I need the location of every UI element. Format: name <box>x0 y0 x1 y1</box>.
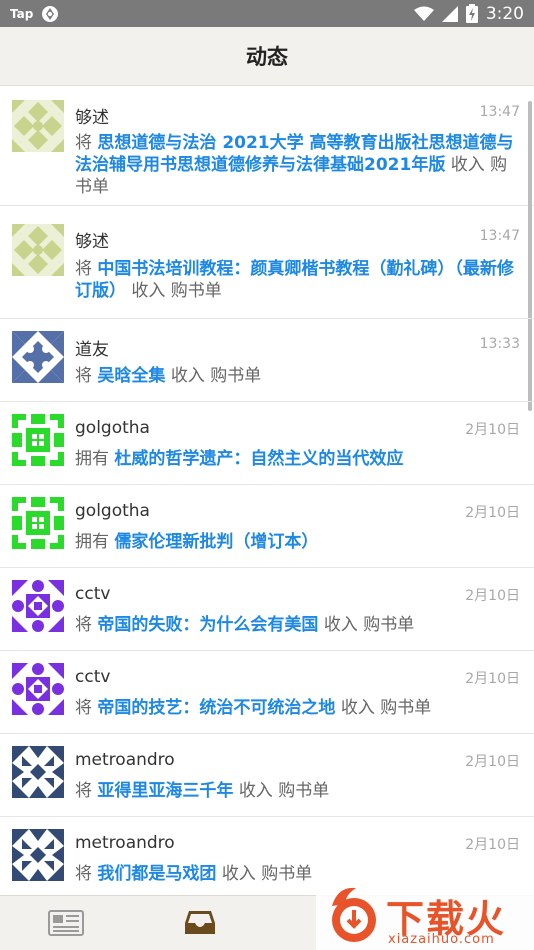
activity-suffix: 收入 购书单 <box>131 281 222 301</box>
user-name[interactable]: cctv <box>75 667 110 687</box>
feed-item[interactable]: 够述 13:47 将 中国书法培训教程：颜真卿楷书教程（勤礼碑）（最新修订版） … <box>0 206 534 319</box>
user-name[interactable]: metroandro <box>75 750 175 770</box>
activity-verb: 拥有 <box>75 532 109 552</box>
avatar[interactable] <box>12 663 64 715</box>
avatar[interactable] <box>12 414 64 466</box>
activity-text: 将 吴晗全集 收入 购书单 <box>75 365 516 387</box>
activity-text: 拥有 儒家伦理新批判（增订本） <box>75 531 516 553</box>
timestamp: 2月10日 <box>465 422 520 438</box>
battery-charging-icon <box>465 4 478 23</box>
avatar[interactable] <box>12 497 64 549</box>
feed-item[interactable]: golgotha 2月10日 拥有 杜威的哲学遗产：自然主义的当代效应 <box>0 402 534 485</box>
activity-text: 将 帝国的失败：为什么会有美国 收入 购书单 <box>75 614 516 636</box>
activity-suffix: 收入 购书单 <box>340 698 432 718</box>
carrier-label: Tap <box>10 6 34 21</box>
user-name[interactable]: metroandro <box>75 833 175 853</box>
activity-text: 将 思想道德与法治 2021大学 高等教育出版社思想道德与法治辅导用书思想道德修… <box>75 132 516 198</box>
book-link[interactable]: 思想道德与法治 2021大学 高等教育出版社思想道德与法治辅导用书思想道德修养与… <box>75 133 514 175</box>
avatar[interactable] <box>12 829 64 881</box>
timestamp: 2月10日 <box>465 505 520 521</box>
timestamp: 2月10日 <box>465 754 520 770</box>
activity-suffix: 收入 购书单 <box>170 366 262 386</box>
user-name[interactable]: golgotha <box>75 418 150 438</box>
avatar[interactable] <box>12 746 64 798</box>
avatar[interactable] <box>12 100 64 152</box>
watermark-logo: 下载火 xiazaihuo.com <box>316 882 534 950</box>
activity-verb: 将 <box>75 366 92 386</box>
newspaper-icon <box>48 910 84 936</box>
book-link[interactable]: 帝国的技艺：统治不可统治之地 <box>97 698 335 718</box>
user-name[interactable]: golgotha <box>75 501 150 521</box>
book-link[interactable]: 亚得里亚海三千年 <box>97 781 233 801</box>
user-name[interactable]: 够述 <box>75 227 109 252</box>
activity-suffix: 收入 购书单 <box>323 615 415 635</box>
activity-text: 将 帝国的技艺：统治不可统治之地 收入 购书单 <box>75 697 516 719</box>
feed-item[interactable]: metroandro 2月10日 将 亚得里亚海三千年 收入 购书单 <box>0 734 534 817</box>
book-link[interactable]: 帝国的失败：为什么会有美国 <box>97 615 318 635</box>
watermark-domain: xiazaihuo.com <box>388 932 495 947</box>
mirror-icon <box>42 5 59 22</box>
feed-item[interactable]: golgotha 2月10日 拥有 儒家伦理新批判（增订本） <box>0 485 534 568</box>
timestamp: 2月10日 <box>465 671 520 687</box>
book-link[interactable]: 吴晗全集 <box>97 366 165 386</box>
user-name[interactable]: cctv <box>75 584 110 604</box>
activity-verb: 将 <box>75 615 92 635</box>
nav-news-button[interactable] <box>46 908 86 938</box>
user-name[interactable]: 够述 <box>75 103 109 128</box>
activity-text: 将 亚得里亚海三千年 收入 购书单 <box>75 780 516 802</box>
timestamp: 2月10日 <box>465 837 520 853</box>
activity-feed[interactable]: 够述 13:47 将 思想道德与法治 2021大学 高等教育出版社思想道德与法治… <box>0 87 534 895</box>
signal-icon <box>441 5 458 22</box>
activity-verb: 拥有 <box>75 449 109 469</box>
avatar[interactable] <box>12 580 64 632</box>
page-title: 动态 <box>246 45 288 69</box>
activity-verb: 将 <box>75 864 92 884</box>
avatar[interactable] <box>12 331 64 383</box>
nav-inbox-button[interactable] <box>180 908 220 938</box>
timestamp: 13:47 <box>479 228 520 244</box>
book-link[interactable]: 杜威的哲学遗产：自然主义的当代效应 <box>114 449 403 469</box>
activity-verb: 将 <box>75 698 92 718</box>
activity-text: 将 中国书法培训教程：颜真卿楷书教程（勤礼碑）（最新修订版） 收入 购书单 <box>75 258 516 302</box>
timestamp: 2月10日 <box>465 588 520 604</box>
avatar[interactable] <box>12 224 64 276</box>
status-bar: Tap 3:20 <box>0 0 534 27</box>
activity-verb: 将 <box>75 781 92 801</box>
clock: 3:20 <box>485 3 524 24</box>
inbox-icon <box>185 911 215 934</box>
book-link[interactable]: 我们都是马戏团 <box>97 864 216 884</box>
timestamp: 13:47 <box>479 104 520 120</box>
app-header: 动态 <box>0 27 534 86</box>
feed-item[interactable]: 道友 13:33 将 吴晗全集 收入 购书单 <box>0 319 534 402</box>
wifi-icon <box>413 6 434 21</box>
feed-item[interactable]: cctv 2月10日 将 帝国的失败：为什么会有美国 收入 购书单 <box>0 568 534 651</box>
user-name[interactable]: 道友 <box>75 335 109 360</box>
activity-text: 拥有 杜威的哲学遗产：自然主义的当代效应 <box>75 448 516 470</box>
activity-suffix: 收入 购书单 <box>238 781 330 801</box>
book-link[interactable]: 儒家伦理新批判（增订本） <box>114 532 318 552</box>
feed-item[interactable]: cctv 2月10日 将 帝国的技艺：统治不可统治之地 收入 购书单 <box>0 651 534 734</box>
activity-suffix: 收入 购书单 <box>221 864 313 884</box>
activity-verb: 将 <box>75 133 92 153</box>
activity-verb: 将 <box>75 259 92 279</box>
timestamp: 13:33 <box>479 336 520 352</box>
feed-item[interactable]: 够述 13:47 将 思想道德与法治 2021大学 高等教育出版社思想道德与法治… <box>0 87 534 411</box>
